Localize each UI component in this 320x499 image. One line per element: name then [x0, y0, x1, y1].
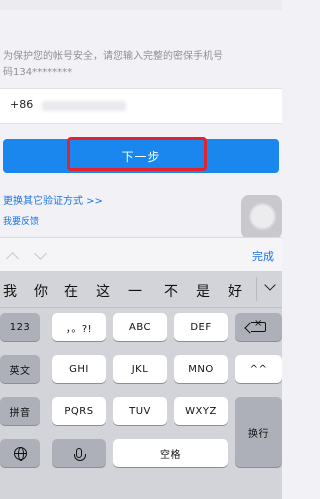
expand-chevron-icon[interactable] — [264, 279, 276, 291]
candidate-word[interactable]: 是 — [196, 281, 210, 301]
candidate-word[interactable]: 这 — [96, 281, 110, 301]
key-123[interactable]: 123 — [0, 313, 40, 341]
security-hint: 为保护您的帐号安全，请您输入完整的密保手机号 码134******** — [3, 49, 279, 81]
candidate-separator — [256, 277, 257, 301]
candidate-word[interactable]: 我 — [3, 281, 17, 301]
feedback-link[interactable]: 我要反馈 — [3, 214, 39, 227]
candidate-word[interactable]: 在 — [64, 281, 78, 301]
space-key[interactable]: 空格 — [113, 439, 228, 467]
key-jkl[interactable]: JKL — [113, 355, 167, 383]
key-english[interactable]: 英文 — [0, 355, 40, 383]
phone-input-row[interactable]: +86 — [0, 88, 282, 124]
candidate-word[interactable]: 好 — [228, 281, 242, 301]
chevron-down-icon[interactable] — [34, 247, 47, 260]
phone-number-field[interactable] — [42, 101, 126, 111]
top-strip — [0, 0, 282, 10]
country-code: +86 — [10, 98, 34, 111]
keyboard-accessory-bar: 完成 — [0, 237, 282, 272]
next-step-button[interactable]: 下一步 — [3, 139, 279, 173]
chevron-up-icon[interactable] — [6, 252, 19, 265]
key-pinyin[interactable]: 拼音 — [0, 397, 40, 425]
globe-icon — [13, 446, 27, 461]
other-verification-link[interactable]: 更换其它验证方式 >> — [3, 192, 103, 207]
return-key[interactable]: 换行 — [235, 397, 282, 467]
globe-key[interactable] — [0, 439, 40, 467]
key-punctuation[interactable]: ，。?! — [52, 313, 106, 341]
candidate-word[interactable]: 不 — [164, 281, 178, 301]
key-emoticon[interactable]: ^^ — [235, 355, 282, 383]
key-ghi[interactable]: GHI — [52, 355, 106, 383]
candidate-word[interactable]: 一 — [128, 281, 142, 301]
key-mno[interactable]: MNO — [174, 355, 228, 383]
key-def[interactable]: DEF — [174, 313, 228, 341]
assistive-touch-button[interactable] — [241, 195, 282, 239]
key-tuv[interactable]: TUV — [113, 397, 167, 425]
key-abc[interactable]: ABC — [113, 313, 167, 341]
hint-line-2: 码134******** — [3, 67, 73, 78]
assistive-touch-icon — [249, 203, 276, 230]
done-button[interactable]: 完成 — [252, 248, 274, 264]
backspace-icon — [251, 318, 266, 332]
backspace-key[interactable] — [235, 313, 282, 341]
microphone-key[interactable] — [52, 439, 106, 467]
microphone-icon — [74, 448, 86, 461]
keyboard: 我 你 在 这 一 不 是 好 123 ，。?! ABC DEF 英文 GHI … — [0, 271, 282, 499]
key-pqrs[interactable]: PQRS — [52, 397, 106, 425]
candidate-bar: 我 你 在 这 一 不 是 好 — [0, 271, 282, 308]
key-wxyz[interactable]: WXYZ — [174, 397, 228, 425]
hint-line-1: 为保护您的帐号安全，请您输入完整的密保手机号 — [3, 51, 223, 62]
candidate-word[interactable]: 你 — [34, 281, 48, 301]
